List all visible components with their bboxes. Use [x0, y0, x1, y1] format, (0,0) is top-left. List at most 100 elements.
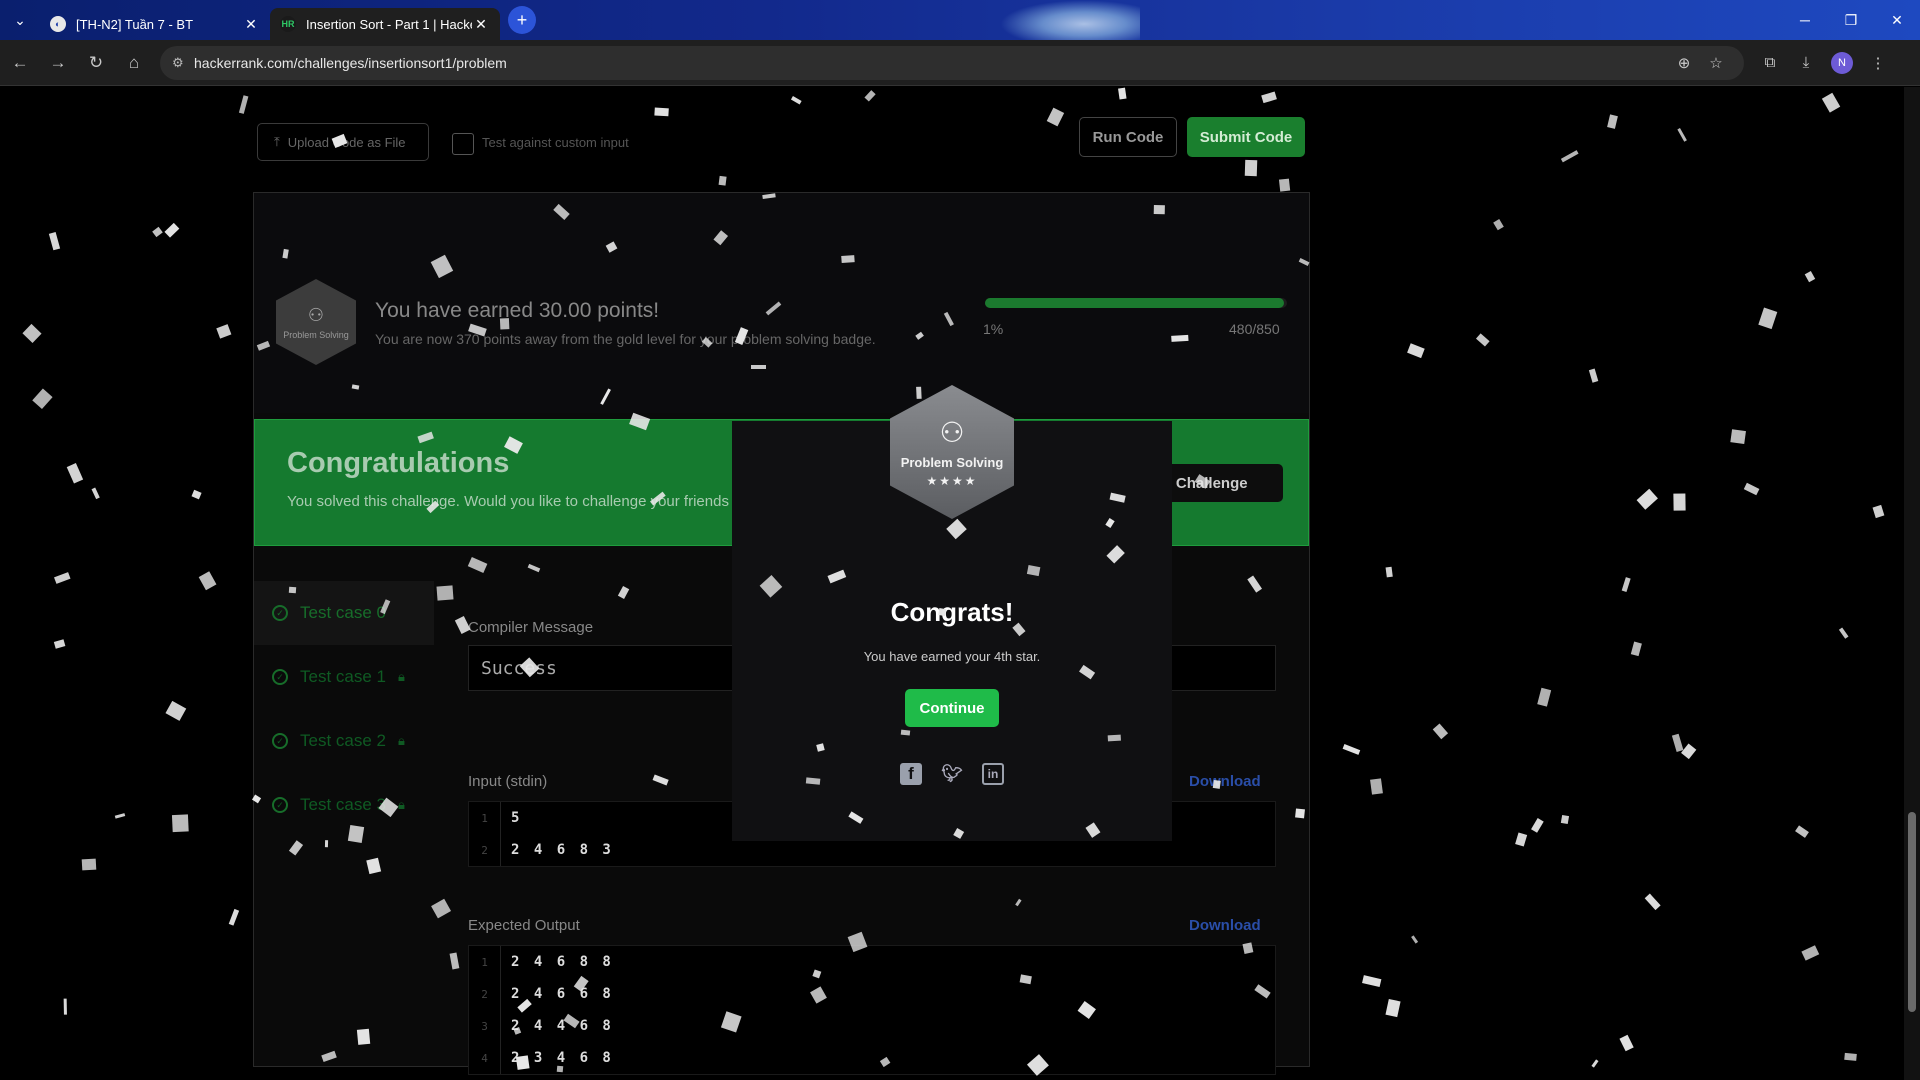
- browser-tab-hackerrank[interactable]: HR Insertion Sort - Part 1 | HackerR ✕: [270, 8, 500, 40]
- confetti-piece: [1493, 218, 1504, 231]
- course-favicon-icon: ◐: [50, 16, 66, 32]
- confetti-piece: [1407, 342, 1426, 358]
- joystick-icon: ⚇: [939, 417, 965, 448]
- confetti-piece: [1822, 92, 1841, 113]
- badge-progress-bar: [985, 298, 1287, 308]
- expected-output-label: Expected Output: [468, 917, 580, 934]
- custom-input-label: Test against custom input: [482, 135, 629, 150]
- profile-avatar[interactable]: N: [1824, 45, 1860, 81]
- confetti-piece: [1872, 504, 1885, 518]
- confetti-piece: [81, 858, 97, 871]
- confetti-piece: [1475, 334, 1489, 347]
- points-away-text: You are now 370 points away from the gol…: [375, 331, 876, 347]
- url-input[interactable]: ⚙ hackerrank.com/challenges/insertionsor…: [160, 45, 1744, 80]
- facebook-icon[interactable]: f: [900, 763, 922, 785]
- confetti-piece: [1342, 744, 1361, 756]
- extensions-icon[interactable]: ⧉: [1752, 45, 1788, 81]
- congrats-subtitle: You solved this challenge. Would you lik…: [287, 493, 729, 510]
- continue-button[interactable]: Continue: [905, 689, 999, 727]
- forward-icon[interactable]: →: [40, 45, 76, 81]
- testcase-item-1[interactable]: ✓ Test case 1 🔒︎: [254, 645, 434, 709]
- confetti-piece: [63, 998, 68, 1015]
- confetti-piece: [1588, 369, 1598, 384]
- confetti-piece: [22, 324, 43, 344]
- input-download-link[interactable]: Download: [1189, 773, 1261, 790]
- download-icon[interactable]: ⤓: [1788, 45, 1824, 81]
- lock-icon: 🔒︎: [398, 797, 405, 812]
- confetti-piece: [1591, 1059, 1599, 1068]
- testcase-item-3[interactable]: ✓ Test case 3 🔒︎: [254, 773, 434, 837]
- confetti-piece: [53, 639, 65, 650]
- back-icon[interactable]: ←: [2, 45, 38, 81]
- minimize-icon[interactable]: ─: [1782, 0, 1828, 40]
- confetti-piece: [49, 232, 60, 251]
- points-summary: ⚇ Problem Solving You have earned 30.00 …: [254, 193, 1309, 413]
- address-toolbar: ← → ↻ ⌂ ⚙ hackerrank.com/challenges/inse…: [0, 40, 1920, 86]
- badge-progress-fill: [985, 298, 1284, 308]
- confetti-piece: [1621, 576, 1631, 592]
- twitter-icon[interactable]: 🐦︎: [941, 763, 963, 785]
- page-scrollbar[interactable]: [1904, 87, 1920, 1080]
- code-line: 22 4 6 6 8: [469, 978, 1275, 1010]
- confetti-piece: [1730, 429, 1747, 444]
- confetti-piece: [1619, 1034, 1635, 1052]
- custom-input-checkbox[interactable]: [452, 133, 474, 155]
- confetti-piece: [1839, 627, 1849, 639]
- confetti-piece: [1369, 777, 1383, 795]
- home-icon[interactable]: ⌂: [116, 45, 152, 81]
- new-tab-button[interactable]: +: [508, 6, 536, 34]
- page-content: ⤒ Upload Code as File Test against custo…: [0, 87, 1920, 1080]
- confetti-piece: [32, 388, 53, 409]
- confetti-piece: [1561, 150, 1579, 163]
- input-label: Input (stdin): [468, 773, 548, 790]
- close-window-icon[interactable]: ✕: [1874, 0, 1920, 40]
- confetti-piece: [1515, 832, 1527, 847]
- upload-code-button[interactable]: ⤒ Upload Code as File: [257, 123, 429, 161]
- restore-icon[interactable]: ❐: [1828, 0, 1874, 40]
- testcase-item-2[interactable]: ✓ Test case 2 🔒︎: [254, 709, 434, 773]
- confetti-piece: [1362, 975, 1382, 988]
- expected-download-link[interactable]: Download: [1189, 917, 1261, 934]
- tab-search-icon[interactable]: ⌄: [0, 0, 40, 40]
- submit-code-button[interactable]: Submit Code: [1187, 117, 1305, 157]
- check-circle-icon: ✓: [272, 797, 288, 813]
- close-icon[interactable]: ✕: [472, 16, 490, 33]
- confetti-piece: [1743, 483, 1760, 496]
- browser-tab-course[interactable]: ◐ [TH-N2] Tuần 7 - BT ✕: [40, 8, 270, 40]
- joystick-icon: ⚇: [307, 304, 325, 325]
- confetti-piece: [1607, 114, 1618, 130]
- progress-count: 480/850: [1229, 321, 1280, 337]
- lock-icon: 🔒︎: [398, 733, 405, 748]
- bookmark-star-icon[interactable]: ☆: [1700, 54, 1732, 72]
- confetti-piece: [1630, 641, 1642, 657]
- toolbar-actions: ⧉ ⤓ N ⋮: [1752, 45, 1896, 81]
- zoom-icon[interactable]: ⊕: [1668, 54, 1700, 72]
- run-code-button[interactable]: Run Code: [1079, 117, 1177, 157]
- check-circle-icon: ✓: [272, 733, 288, 749]
- confetti-piece: [1537, 687, 1552, 707]
- check-circle-icon: ✓: [272, 669, 288, 685]
- menu-icon[interactable]: ⋮: [1860, 45, 1896, 81]
- lock-icon: 🔒︎: [398, 669, 405, 684]
- confetti-piece: [165, 701, 187, 721]
- confetti-piece: [171, 814, 190, 832]
- expected-code-box: 12 4 6 8 8 22 4 6 6 8 32 4 4 6 8 42 3 4 …: [468, 945, 1276, 1075]
- confetti-piece: [1671, 733, 1684, 753]
- scrollbar-thumb[interactable]: [1908, 812, 1916, 1012]
- upload-icon: ⤒: [274, 134, 280, 149]
- congrats-modal: ⚇ Problem Solving ★★★★ Congrats! You hav…: [732, 385, 1172, 841]
- reload-icon[interactable]: ↻: [78, 45, 114, 81]
- code-line: 42 3 4 6 8: [469, 1042, 1275, 1074]
- window-controls: ─ ❐ ✕: [1782, 0, 1920, 40]
- modal-subtitle: You have earned your 4th star.: [863, 649, 1041, 664]
- linkedin-icon[interactable]: in: [982, 763, 1004, 785]
- close-icon[interactable]: ✕: [242, 16, 260, 33]
- code-line: 12 4 6 8 8: [469, 946, 1275, 978]
- code-line: 32 4 4 6 8: [469, 1010, 1275, 1042]
- confetti-piece: [1433, 723, 1449, 739]
- modal-title: Congrats!: [890, 597, 1014, 627]
- hackerrank-favicon-icon: HR: [280, 16, 296, 32]
- confetti-piece: [191, 490, 202, 500]
- testcase-item-0[interactable]: ✓ Test case 0: [254, 581, 434, 645]
- site-info-icon[interactable]: ⚙: [172, 55, 194, 71]
